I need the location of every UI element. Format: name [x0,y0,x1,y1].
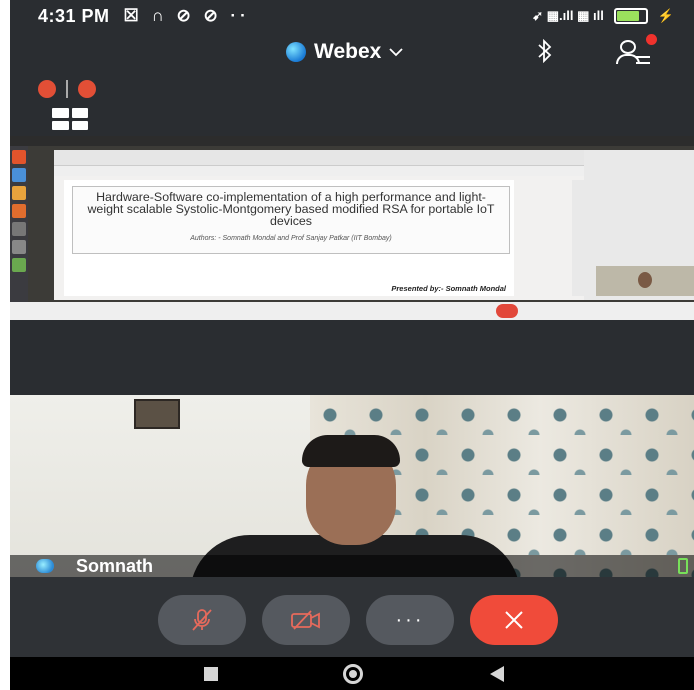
battery-fill [616,11,640,21]
signal-icons: ➹ ▦.ıll ▦ ıll [532,8,604,23]
notification-dot [646,34,657,45]
divider [66,80,68,98]
desktop-launcher [10,146,28,306]
status-time: 4:31 PM [38,5,110,26]
slide-title-box: Hardware-Software co-implementation of a… [72,186,510,254]
video-button[interactable] [262,595,350,645]
viewer-tabs [54,166,584,176]
slide-page: Hardware-Software co-implementation of a… [64,180,514,296]
thumbnail-face-shape [638,272,652,288]
speaker-indicator-icon [36,559,54,573]
system-nav-bar [10,657,694,690]
participant-video[interactable] [10,395,694,577]
video-off-icon [291,610,320,630]
grid-cell [52,108,69,118]
participant-head-shape [620,40,636,54]
app-icon [12,240,26,254]
circle-icon[interactable] [343,664,363,684]
viewer-toolbar [54,150,584,166]
grid-layout-icon[interactable] [52,108,88,130]
document-viewer: Hardware-Software co-implementation of a… [54,150,584,300]
notification-icons: ☒ ∩ ⊘ ⊘ ·· [123,6,250,25]
slide-title: Hardware-Software co-implementation of a… [87,190,495,228]
triangle-back-icon[interactable] [490,666,504,682]
grid-cell [71,120,88,130]
app-icon [12,168,26,182]
more-options-button[interactable]: ··· [366,595,454,645]
self-view-thumbnail [596,266,694,296]
app-icon [12,258,26,272]
square-icon[interactable] [204,667,218,681]
close-icon [505,611,523,629]
battery-icon [613,8,648,24]
audio-level-icon [678,558,688,574]
chevron-down-icon [389,48,403,57]
grid-cell [52,120,69,130]
end-call-button[interactable] [470,595,558,645]
mic-muted-icon [192,609,212,631]
record-indicator-icon[interactable] [78,80,96,98]
slide-authors: Authors: - Somnath Mondal and Prof Sanja… [190,235,392,242]
participant-name-bar: Somnath [10,555,694,577]
app-switcher[interactable]: Webex [286,40,403,64]
charging-icon: ⚡ [657,8,674,23]
participant-name: Somnath [76,556,154,576]
desktop-top-bar [10,136,694,146]
app-header: Webex [10,32,694,74]
wall-picture [134,399,180,429]
mic-indicator-icon[interactable] [38,80,56,98]
end-meeting-mini-button [496,304,518,318]
meeting-control-strip [10,302,694,320]
participant-hair [302,435,400,467]
app-icon [12,222,26,236]
indicator-row [38,80,96,98]
status-right: ➹ ▦.ıll ▦ ıll ⚡ [532,8,674,24]
webex-logo-icon [286,42,306,62]
slide-footer: Presented by:- Somnath Mondal [391,284,506,293]
mute-button[interactable] [158,595,246,645]
app-name: Webex [314,40,382,63]
phone-screen: 4:31 PM ☒ ∩ ⊘ ⊘ ·· ➹ ▦.ıll ▦ ıll ⚡ Webex [10,0,694,690]
participant-lines-shape [636,56,650,64]
status-bar: 4:31 PM ☒ ∩ ⊘ ⊘ ·· ➹ ▦.ıll ▦ ıll ⚡ [10,0,694,32]
more-label: ··· [395,609,425,631]
bluetooth-icon[interactable] [536,38,554,69]
shared-screen[interactable]: Hardware-Software co-implementation of a… [10,136,694,320]
app-icon [12,186,26,200]
participants-icon[interactable] [614,34,657,68]
viewer-scrollbar [572,180,584,296]
app-icon [12,150,26,164]
app-icon [12,204,26,218]
home-dot [349,670,357,678]
call-controls: ··· [10,577,694,657]
grid-cell [71,108,88,118]
